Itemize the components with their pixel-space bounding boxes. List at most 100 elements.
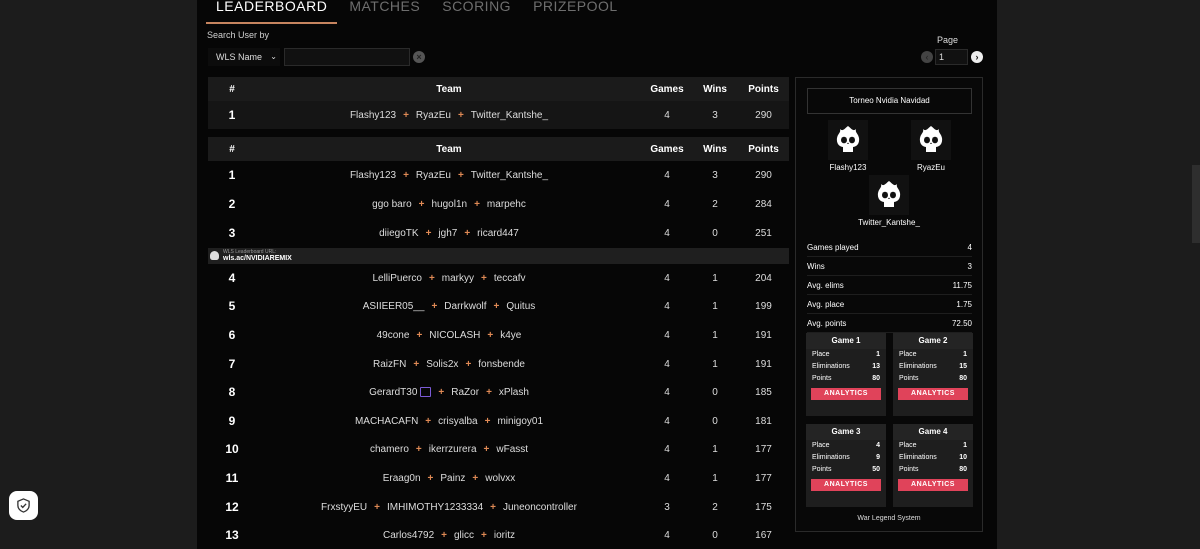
table-row[interactable]: 1 Flashy123 + RyazEu + Twitter_Kantshe_ 4 3 290 [208, 161, 789, 189]
place-label: Place [899, 351, 917, 358]
close-icon[interactable]: × [413, 51, 425, 63]
tab-scoring[interactable]: SCORING [440, 0, 513, 22]
plus-icon: + [413, 358, 420, 370]
table-row[interactable]: 13 Carlos4792 + glicc + ioritz 4 0 167 [208, 521, 789, 549]
player-name[interactable]: xPlash [499, 387, 529, 398]
player-name[interactable]: markyy [442, 273, 474, 284]
player-name[interactable]: wFasst [496, 444, 528, 455]
team-cell: ggo baro + hugol1n + marpehc [256, 199, 642, 210]
place-label: Place [899, 442, 917, 449]
analytics-button[interactable]: ANALYTICS [811, 479, 881, 491]
team-player[interactable]: Twitter_Kantshe_ [849, 175, 929, 227]
player-name[interactable]: RaizFN [373, 359, 406, 370]
table-row[interactable]: 11 Eraag0n + Painz + wolvxx 4 1 177 [208, 464, 789, 492]
player-name[interactable]: 49cone [377, 330, 410, 341]
shield-check-icon[interactable] [9, 491, 38, 520]
player-name[interactable]: Flashy123 [350, 110, 396, 121]
page-number-input[interactable] [935, 49, 968, 65]
team-cell: Eraag0n + Painz + wolvxx [256, 473, 642, 484]
player-name[interactable]: RaZor [451, 387, 479, 398]
tab-leaderboard[interactable]: LEADERBOARD [206, 0, 338, 24]
elims-label: Eliminations [812, 363, 850, 370]
analytics-button[interactable]: ANALYTICS [811, 388, 881, 400]
header-team: Team [436, 83, 462, 95]
table-row[interactable]: 8 GerardT30 + RaZor + xPlash 4 0 185 [208, 378, 789, 406]
table-row[interactable]: 10 chamero + ikerrzurera + wFasst 4 1 177 [208, 435, 789, 463]
player-name[interactable]: MACHACAFN [355, 416, 418, 427]
wins-cell: 1 [712, 443, 718, 455]
analytics-button[interactable]: ANALYTICS [898, 388, 968, 400]
chevron-right-icon[interactable]: › [971, 51, 983, 63]
player-name[interactable]: LelliPuerco [372, 273, 421, 284]
table-row[interactable]: 3 diiegoTK + jgh7 + ricard447 4 0 251 [208, 219, 789, 247]
player-name[interactable]: Painz [440, 473, 465, 484]
player-name[interactable]: minigoy01 [497, 416, 543, 427]
player-name[interactable]: IMHIMOTHY1233334 [387, 502, 483, 513]
tab-prizepool[interactable]: PRIZEPOOL [531, 0, 620, 22]
search-input[interactable] [284, 48, 410, 66]
player-name[interactable]: k4ye [500, 330, 521, 341]
player-name[interactable]: teccafv [494, 273, 526, 284]
team-player[interactable]: RyazEu [891, 120, 971, 172]
chevron-left-icon[interactable]: ‹ [921, 51, 933, 63]
player-name[interactable]: Juneoncontroller [503, 502, 577, 513]
pinned-team-row[interactable]: 1 Flashy123 + RyazEu + Twitter_Kantshe_ 4 3 290 [208, 101, 789, 129]
player-name[interactable]: ricard447 [477, 228, 519, 239]
search-type-select[interactable]: WLS Name ⌄ [208, 48, 280, 66]
stat-value: 11.75 [952, 280, 972, 290]
player-name[interactable]: jgh7 [438, 228, 457, 239]
player-name[interactable]: ikerrzurera [429, 444, 477, 455]
player-name[interactable]: ioritz [494, 530, 515, 541]
player-name[interactable]: Eraag0n [383, 473, 421, 484]
player-name[interactable]: Darrkwolf [444, 301, 486, 312]
player-name[interactable]: Flashy123 [350, 170, 396, 181]
player-name[interactable]: crisyalba [438, 416, 477, 427]
wins-cell: 2 [712, 501, 718, 513]
player-name[interactable]: Solis2x [426, 359, 458, 370]
player-name[interactable]: wolvxx [485, 473, 515, 484]
place-value: 1 [876, 351, 880, 358]
games-cell: 4 [664, 443, 670, 455]
player-name[interactable]: Twitter_Kantshe_ [471, 170, 548, 181]
player-name[interactable]: marpehc [487, 199, 526, 210]
player-name[interactable]: chamero [370, 444, 409, 455]
game-title: Game 2 [893, 333, 973, 349]
player-name[interactable]: hugol1n [431, 199, 467, 210]
table-row[interactable]: 6 49cone + NICOLASH + k4ye 4 1 191 [208, 321, 789, 349]
player-name[interactable]: ASIIEER05__ [363, 301, 425, 312]
player-name[interactable]: ggo baro [372, 199, 411, 210]
team-player[interactable]: Flashy123 [808, 120, 888, 172]
player-name[interactable]: Quitus [506, 301, 535, 312]
plus-icon: + [441, 529, 447, 541]
table-row[interactable]: 9 MACHACAFN + crisyalba + minigoy01 4 0 181 [208, 407, 789, 435]
player-name[interactable]: Carlos4792 [383, 530, 434, 541]
plus-icon: + [457, 109, 464, 121]
games-cell: 4 [664, 300, 670, 312]
analytics-button[interactable]: ANALYTICS [898, 479, 968, 491]
table-row[interactable]: 2 ggo baro + hugol1n + marpehc 4 2 284 [208, 190, 789, 218]
player-name[interactable]: Twitter_Kantshe_ [471, 110, 548, 121]
page-scrollbar[interactable] [1192, 165, 1200, 243]
stat-value: 4 [967, 242, 972, 252]
wls-logo-icon [210, 251, 219, 260]
table-row[interactable]: 4 LelliPuerco + markyy + teccafv 4 1 204 [208, 264, 789, 292]
player-name[interactable]: diiegoTK [379, 228, 418, 239]
table-row[interactable]: 5 ASIIEER05__ + Darrkwolf + Quitus 4 1 199 [208, 292, 789, 320]
player-name[interactable]: RyazEu [416, 170, 451, 181]
player-name[interactable]: fonsbende [478, 359, 525, 370]
games-cell: 4 [664, 472, 670, 484]
player-name[interactable]: glicc [454, 530, 474, 541]
stat-row: Games played 4 [807, 238, 972, 257]
player-name[interactable]: GerardT30 [369, 387, 417, 398]
player-name[interactable]: RyazEu [416, 110, 451, 121]
table-row[interactable]: 7 RaizFN + Solis2x + fonsbende 4 1 191 [208, 350, 789, 378]
twitch-icon[interactable] [420, 387, 432, 397]
player-name[interactable]: FrxstyyEU [321, 502, 367, 513]
player-name[interactable]: NICOLASH [429, 330, 480, 341]
skull-avatar-icon [911, 120, 951, 160]
tab-matches[interactable]: MATCHES [347, 0, 422, 22]
wls-url[interactable]: wls.ac/NVIDIAREMIX [223, 255, 292, 262]
wins-cell: 1 [712, 300, 718, 312]
table-row[interactable]: 12 FrxstyyEU + IMHIMOTHY1233334 + Juneoncontr… [208, 493, 789, 521]
game-card: Game 1 Place 1 Eliminations 13 Points 80 ANALYT… [806, 333, 886, 416]
